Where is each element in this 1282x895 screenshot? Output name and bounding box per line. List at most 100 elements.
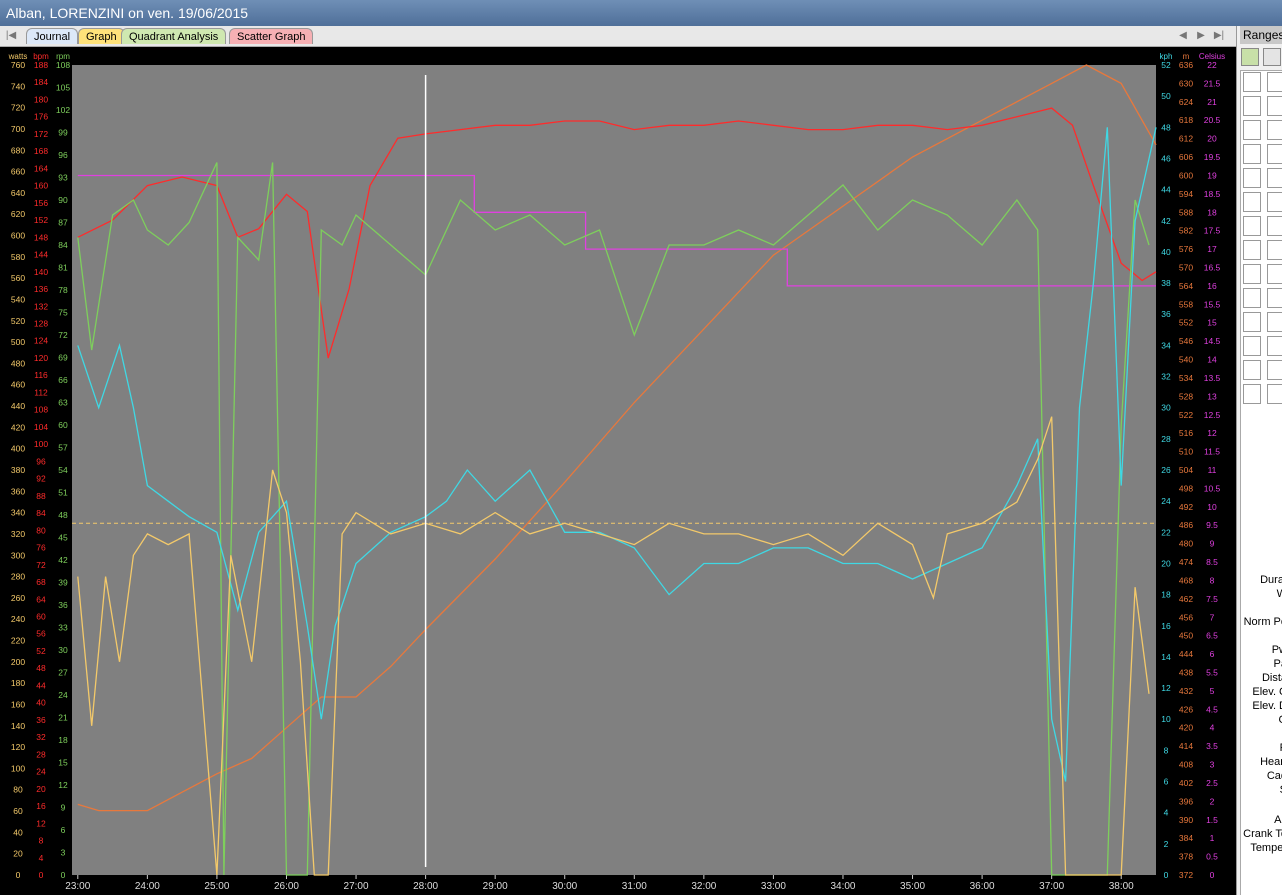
axis-tick-label: 300 [11,550,25,560]
range-select-checkbox[interactable] [1243,312,1261,332]
axis-tick-label: 340 [11,508,25,518]
axis-tick-label: 176 [34,112,48,122]
range-select-checkbox[interactable] [1243,96,1261,116]
first-tab-icon[interactable]: |◀ [4,29,18,43]
axis-tick-label: 17.5 [1204,226,1221,236]
range-option-checkbox[interactable] [1267,216,1282,236]
range-select-checkbox[interactable] [1243,264,1261,284]
axis-tick-label: 740 [11,81,25,91]
axis-tick-label: 68 [36,577,46,587]
range-select-checkbox[interactable] [1243,384,1261,404]
range-option-checkbox[interactable] [1267,72,1282,92]
x-tick-label: 26:00 [274,881,299,892]
axis-tick-label: 540 [11,294,25,304]
range-select-checkbox[interactable] [1243,360,1261,380]
axis-tick-label: 84 [58,240,68,250]
axis-tick-label: 20.5 [1204,115,1221,125]
axis-tick-label: 18 [1207,207,1217,217]
next-tab-icon[interactable]: ▶ [1194,29,1208,43]
range-option-checkbox[interactable] [1267,288,1282,308]
axis-tick-label: 4 [1210,723,1215,733]
range-option-checkbox[interactable] [1267,144,1282,164]
axis-tick-label: 8 [1164,745,1169,755]
range-option-checkbox[interactable] [1267,240,1282,260]
axis-tick-label: 132 [34,301,48,311]
axis-tick-label: 30 [1161,403,1171,413]
axis-tick-label: 380 [11,465,25,475]
tab-scatter-graph[interactable]: Scatter Graph [229,28,314,44]
axis-tick-label: 116 [34,370,48,380]
axis-tick-label: 21 [58,713,68,723]
axis-tick-label: 9 [61,803,66,813]
range-select-checkbox[interactable] [1243,144,1261,164]
axis-tick-label: 16.5 [1204,263,1221,273]
range-select-checkbox[interactable] [1243,240,1261,260]
axis-tick-label: 700 [11,124,25,134]
range-stat-label: Heart [1260,756,1282,768]
axis-tick-label: 0 [61,870,66,880]
range-option-checkbox[interactable] [1267,264,1282,284]
refresh-icon[interactable] [1263,48,1281,66]
axis-tick-label: 7.5 [1206,594,1218,604]
axis-tick-label: 620 [11,209,25,219]
axis-tick-label: 16 [36,801,46,811]
axis-tick-label: 498 [1179,483,1193,493]
axis-tick-label: 44 [1161,185,1171,195]
axis-tick-label: 22 [1161,527,1171,537]
axis-tick-label: 15 [58,758,68,768]
axis-tick-label: 90 [58,195,68,205]
range-select-checkbox[interactable] [1243,336,1261,356]
range-option-checkbox[interactable] [1267,360,1282,380]
range-select-checkbox[interactable] [1243,168,1261,188]
range-option-checkbox[interactable] [1267,120,1282,140]
axis-tick-label: 5.5 [1206,668,1218,678]
range-select-checkbox[interactable] [1243,72,1261,92]
axis-tick-label: 220 [11,636,25,646]
tab-journal[interactable]: Journal [26,28,79,44]
ride-graph-svg[interactable]: watts02040608010012014016018020022024026… [0,47,1236,895]
axis-tick-label: 21 [1207,97,1217,107]
axis-tick-label: 486 [1179,520,1193,530]
prev-tab-icon[interactable]: ◀ [1176,29,1190,43]
range-stat-label: S [1237,784,1282,796]
axis-tick-label: 156 [34,198,48,208]
range-option-checkbox[interactable] [1267,312,1282,332]
range-stat-label: Durat [1260,574,1282,586]
axis-tick-label: 40 [1161,247,1171,257]
axis-tick-label: 10 [1161,714,1171,724]
range-option-checkbox[interactable] [1267,384,1282,404]
ride-graph[interactable]: watts 0 20 40 60 80 100 120 140 160 180 200 220 240 26… [0,47,1236,895]
axis-tick-label: 38 [1161,278,1171,288]
axis-tick-label: 4 [39,853,44,863]
range-option-checkbox[interactable] [1267,96,1282,116]
axis-tick-label: 564 [1179,281,1193,291]
tab-graph[interactable]: Graph [78,28,125,44]
range-option-checkbox[interactable] [1267,336,1282,356]
axis-tick-label: 600 [1179,170,1193,180]
range-option-checkbox[interactable] [1267,168,1282,188]
axis-tick-label: 0.5 [1206,852,1218,862]
range-select-checkbox[interactable] [1243,120,1261,140]
axis-tick-label: 20 [13,849,23,859]
axis-tick-label: 36 [1161,309,1171,319]
tab-quadrant-analysis[interactable]: Quadrant Analysis [121,28,227,44]
axis-tick-label: 570 [1179,263,1193,273]
axis-tick-label: 588 [1179,207,1193,217]
range-select-checkbox[interactable] [1243,288,1261,308]
axis-tick-label: 10 [1207,502,1217,512]
axis-tick-label: 52 [36,646,46,656]
chart-toggle-icon[interactable] [1241,48,1259,66]
axis-tick-label: 432 [1179,686,1193,696]
axis-tick-label: 460 [11,380,25,390]
range-stat-label: Alt [1274,814,1282,826]
axis-tick-label: 184 [34,77,48,87]
last-tab-icon[interactable]: ▶| [1212,29,1226,43]
range-option-checkbox[interactable] [1267,192,1282,212]
axis-tick-label: 1.5 [1206,815,1218,825]
axis-tick-label: 14 [1161,652,1171,662]
axis-tick-label: 54 [58,465,68,475]
range-select-checkbox[interactable] [1243,192,1261,212]
axis-tick-label: 462 [1179,594,1193,604]
axis-tick-label: 360 [11,486,25,496]
range-select-checkbox[interactable] [1243,216,1261,236]
